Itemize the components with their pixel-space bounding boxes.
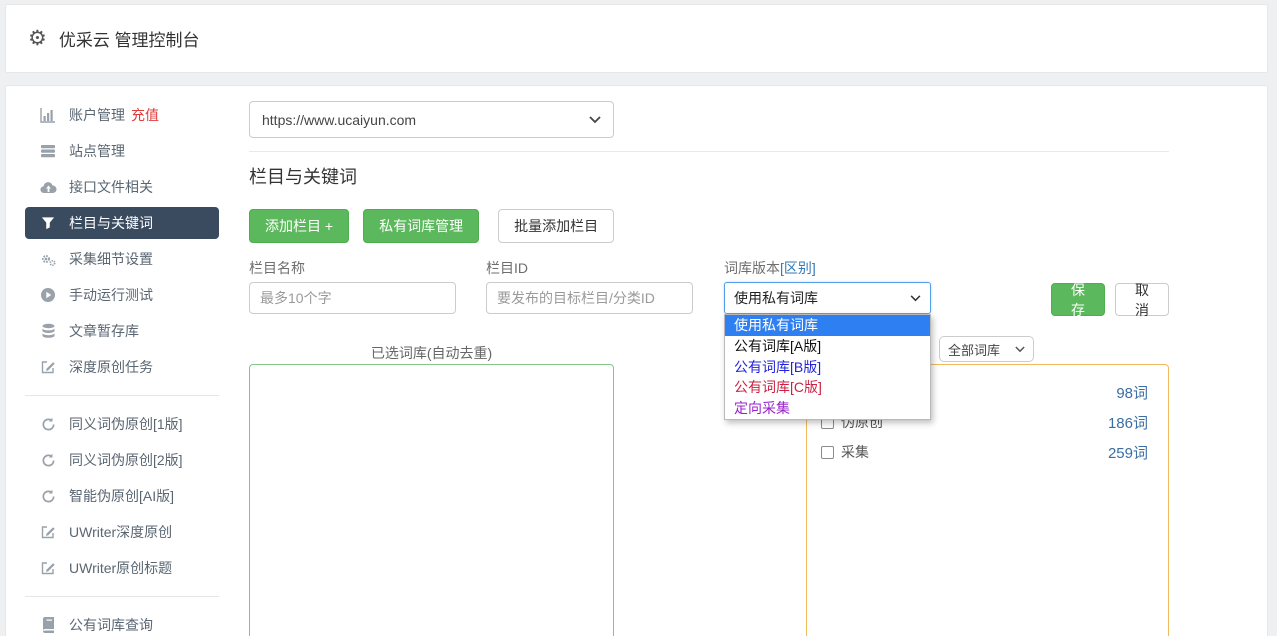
sidebar-item-article-cache[interactable]: 文章暂存库 xyxy=(6,313,244,349)
sidebar: 账户管理 充值 站点管理 接口文件相关 栏目与关键词 采集细节设置 xyxy=(6,86,244,636)
edit-icon xyxy=(39,359,57,375)
library-row-count: 186词 xyxy=(1108,412,1148,433)
bar-chart-icon xyxy=(39,107,57,123)
chevron-down-icon xyxy=(910,289,921,307)
sidebar-item-label: 深度原创任务 xyxy=(69,357,153,377)
sidebar-item-label: 文章暂存库 xyxy=(69,321,139,341)
library-row: 采集 259词 xyxy=(821,437,1148,467)
column-id-input[interactable] xyxy=(486,282,693,314)
library-row-label: 采集 xyxy=(841,442,869,462)
sidebar-item-sites[interactable]: 站点管理 xyxy=(6,133,244,169)
column-id-label: 栏目ID xyxy=(486,258,528,278)
sidebar-item-ai-rewrite[interactable]: 智能伪原创[AI版] xyxy=(6,478,244,514)
site-url-select[interactable]: https://www.ucaiyun.com xyxy=(249,101,614,138)
page-title: 栏目与关键词 xyxy=(249,163,357,189)
refresh-icon xyxy=(39,488,57,504)
private-thesaurus-button[interactable]: 私有词库管理 xyxy=(363,209,479,243)
dropdown-option-public-a[interactable]: 公有词库[A版] xyxy=(725,336,930,357)
book-icon xyxy=(39,617,57,633)
sidebar-item-label: 智能伪原创[AI版] xyxy=(69,486,174,506)
sidebar-item-label: 账户管理 xyxy=(69,105,125,125)
library-row-checkbox[interactable] xyxy=(821,446,834,459)
library-filter-value: 全部词库 xyxy=(948,340,1015,359)
toolbar: 添加栏目 + 私有词库管理 批量添加栏目 xyxy=(249,209,614,243)
sidebar-item-label: 采集细节设置 xyxy=(69,249,153,269)
dropdown-option-private-thesaurus[interactable]: 使用私有词库 xyxy=(725,315,930,336)
sidebar-item-label: UWriter深度原创 xyxy=(69,522,172,542)
dropdown-option-public-b[interactable]: 公有词库[B版] xyxy=(725,357,930,378)
thesaurus-version-dropdown: 使用私有词库 公有词库[A版] 公有词库[B版] 公有词库[C版] 定向采集 xyxy=(724,314,931,420)
filter-icon xyxy=(39,215,57,231)
selected-thesaurus-title: 已选词库(自动去重) xyxy=(249,343,614,363)
sidebar-item-label: 接口文件相关 xyxy=(69,177,153,197)
sidebar-item-label: 同义词伪原创[2版] xyxy=(69,450,183,470)
gears-icon xyxy=(39,251,57,267)
sidebar-divider xyxy=(25,596,219,597)
column-name-input[interactable] xyxy=(249,282,456,314)
main-card: 账户管理 充值 站点管理 接口文件相关 栏目与关键词 采集细节设置 xyxy=(5,85,1268,636)
sidebar-item-label: 同义词伪原创[1版] xyxy=(69,414,183,434)
refresh-icon xyxy=(39,416,57,432)
dropdown-option-public-c[interactable]: 公有词库[C版] xyxy=(725,377,930,398)
add-column-button[interactable]: 添加栏目 + xyxy=(249,209,349,243)
site-url-value: https://www.ucaiyun.com xyxy=(262,112,589,128)
cloud-upload-icon xyxy=(39,179,57,195)
edit-icon xyxy=(39,560,57,576)
library-row-count: 259词 xyxy=(1108,442,1148,463)
cancel-button[interactable]: 取消 xyxy=(1115,283,1169,316)
app-title: 优采云 管理控制台 xyxy=(59,26,200,51)
column-name-label: 栏目名称 xyxy=(249,258,305,278)
sidebar-item-public-thesaurus[interactable]: 公有词库查询 xyxy=(6,607,244,636)
version-difference-link[interactable]: [区别] xyxy=(780,260,816,276)
edit-icon xyxy=(39,524,57,540)
thesaurus-version-label-text: 词库版本 xyxy=(724,260,780,276)
library-filter-select[interactable]: 全部词库 xyxy=(939,336,1034,362)
dropdown-option-targeted-collection[interactable]: 定向采集 xyxy=(725,398,930,419)
app-header: ⚙ 优采云 管理控制台 xyxy=(5,4,1268,73)
sidebar-item-label: 站点管理 xyxy=(69,141,125,161)
sidebar-item-columns-keywords[interactable]: 栏目与关键词 xyxy=(25,207,219,239)
sidebar-item-label: UWriter原创标题 xyxy=(69,558,172,578)
gear-icon: ⚙ xyxy=(28,28,47,49)
sidebar-item-uwriter-title[interactable]: UWriter原创标题 xyxy=(6,550,244,586)
sidebar-item-label: 栏目与关键词 xyxy=(69,213,153,233)
library-row-count: 98词 xyxy=(1116,382,1148,403)
thesaurus-version-value: 使用私有词库 xyxy=(734,288,910,308)
sidebar-item-label: 公有词库查询 xyxy=(69,615,153,635)
refresh-icon xyxy=(39,452,57,468)
recharge-badge[interactable]: 充值 xyxy=(131,105,159,125)
chevron-down-icon xyxy=(589,111,601,129)
chevron-down-icon xyxy=(1015,340,1025,358)
sidebar-item-account[interactable]: 账户管理 充值 xyxy=(6,97,244,133)
section-divider xyxy=(249,151,1169,152)
database-icon xyxy=(39,323,57,339)
batch-add-column-button[interactable]: 批量添加栏目 xyxy=(498,209,614,243)
selected-thesaurus-box[interactable] xyxy=(249,364,614,636)
sidebar-divider xyxy=(25,395,219,396)
thesaurus-version-select[interactable]: 使用私有词库 xyxy=(724,282,931,314)
sidebar-item-interface-files[interactable]: 接口文件相关 xyxy=(6,169,244,205)
sidebar-item-label: 手动运行测试 xyxy=(69,285,153,305)
sidebar-item-collection-settings[interactable]: 采集细节设置 xyxy=(6,241,244,277)
sidebar-item-manual-test[interactable]: 手动运行测试 xyxy=(6,277,244,313)
play-circle-icon xyxy=(39,287,57,303)
sidebar-item-deep-original-task[interactable]: 深度原创任务 xyxy=(6,349,244,385)
sidebar-item-uwriter-deep[interactable]: UWriter深度原创 xyxy=(6,514,244,550)
thesaurus-version-label: 词库版本[区别] xyxy=(724,258,816,278)
server-icon xyxy=(39,143,57,159)
sidebar-item-synonym-v2[interactable]: 同义词伪原创[2版] xyxy=(6,442,244,478)
save-button[interactable]: 保存 xyxy=(1051,283,1105,316)
sidebar-item-synonym-v1[interactable]: 同义词伪原创[1版] xyxy=(6,406,244,442)
